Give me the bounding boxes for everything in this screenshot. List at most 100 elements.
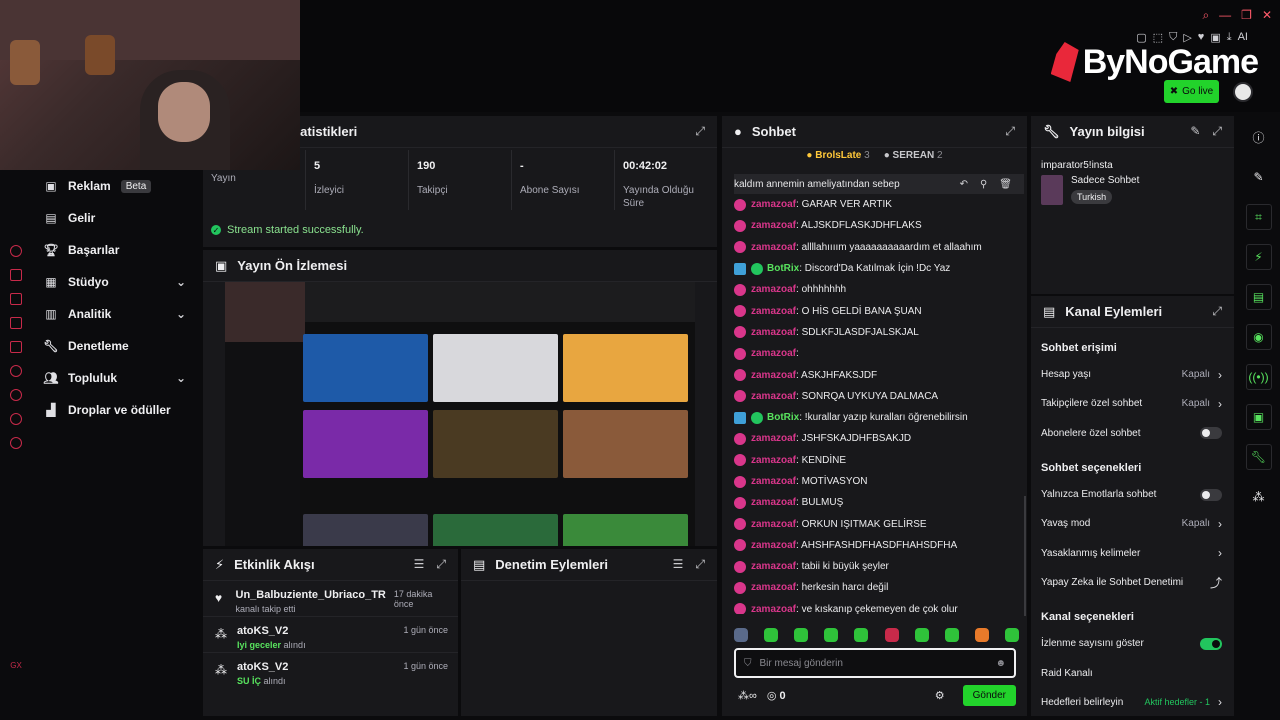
chat-message[interactable]: zamazoaf: MOTİVASYON (734, 471, 1024, 492)
expand-icon[interactable]: ⤢ (1005, 124, 1015, 139)
chat-username[interactable]: zamazoaf (751, 242, 796, 253)
minimize-icon[interactable]: — (1219, 8, 1231, 23)
chat-scrollbar[interactable] (1024, 496, 1026, 616)
sidebar-item-analitik[interactable]: ▥ Analitik ⌄ (32, 298, 202, 330)
emote[interactable] (1004, 628, 1019, 642)
channel-option[interactable]: İzlenme sayısını göster (1031, 629, 1234, 658)
info-icon[interactable]: ⓘ (1246, 124, 1272, 150)
chat-message[interactable]: zamazoaf: allllahıııım yaaaaaaaaaardım e… (734, 237, 1024, 258)
shield-icon[interactable]: ⛉ (744, 658, 752, 669)
chat-message[interactable]: zamazoaf: BULMUŞ (734, 492, 1024, 513)
toolbox-icon[interactable]: ▣ (1245, 404, 1272, 430)
expand-icon[interactable]: ⤢ (695, 557, 705, 572)
chat-message[interactable]: zamazoaf: ve kıskanıp çekemeyen de çok o… (734, 599, 1024, 614)
chat-username[interactable]: zamazoaf (751, 455, 796, 466)
channel-option[interactable]: Raid Kanalı (1031, 658, 1234, 687)
toggle-switch[interactable] (1200, 488, 1222, 501)
channel-option[interactable]: Hedefleri belirleyin Aktif hedefler - 1 › (1031, 688, 1234, 717)
sidebar-item-basarilar[interactable]: 🏆︎ Başarılar (32, 234, 202, 266)
chat-message[interactable]: BotRix: !kurallar yazıp kuralları öğrene… (734, 407, 1024, 428)
bynogame-logo[interactable]: ByNoGame (1050, 42, 1259, 82)
hovered-message[interactable]: kaldım annemin ameliyatından sebep ↶ ⚲ 🗑… (734, 174, 1024, 194)
chevron-right-icon[interactable]: › (1218, 546, 1222, 560)
mail-icon[interactable] (10, 317, 22, 329)
expand-icon[interactable]: ⤢ (436, 557, 446, 572)
chat-message[interactable]: zamazoaf: SONRQA UYKUYA DALMACA (734, 386, 1024, 407)
speed-icon[interactable] (10, 245, 22, 257)
document-icon[interactable]: ▤ (1245, 284, 1272, 310)
channel-option[interactable]: Hesap yaşı Kapalı › (1031, 360, 1234, 389)
settings-icon[interactable] (10, 437, 22, 449)
chat-username[interactable]: zamazoaf (751, 220, 796, 231)
chat-username[interactable]: zamazoaf (751, 284, 796, 295)
broadcast-icon[interactable]: ((•)) (1245, 364, 1272, 390)
channel-option[interactable]: Yapay Zeka ile Sohbet Denetimi ⤴ (1031, 568, 1234, 597)
chat-username[interactable]: zamazoaf (751, 370, 796, 381)
search-icon[interactable]: ⌕ (1202, 8, 1209, 23)
sidebar-item-gelir[interactable]: ▤ Gelir (32, 202, 202, 234)
gear-icon[interactable]: ⚙ (935, 689, 945, 702)
chat-bubble-icon[interactable]: ◉ (1245, 324, 1272, 350)
controller-icon[interactable] (10, 269, 22, 281)
channel-points[interactable]: ◎ 0 (767, 689, 786, 702)
sidebar-item-studyo[interactable]: ▦ Stüdyo ⌄ (32, 266, 202, 298)
sidebar-item-topluluk[interactable]: 👥︎ Topluluk ⌄ (32, 362, 202, 394)
gifter-silver[interactable]: ● SEREAN 2 (884, 150, 943, 166)
chat-message[interactable]: zamazoaf: AHSHFASHDFHASDFHAHSDFHA (734, 535, 1024, 556)
delete-icon[interactable]: 🗑︎ (999, 179, 1012, 190)
chat-message[interactable]: BotRix: Discord'Da Katılmak İçin !Dc Yaz (734, 258, 1024, 279)
external-link-icon[interactable]: ⤴ (1210, 574, 1222, 591)
chat-message[interactable]: zamazoaf: JSHFSKAJDHFBSAKJD (734, 428, 1024, 449)
chevron-right-icon[interactable]: › (1218, 695, 1222, 709)
channel-option[interactable]: Abonelere özel sohbet (1031, 419, 1234, 448)
pin-icon[interactable]: ⚲ (980, 179, 987, 190)
expand-icon[interactable]: ⤢ (1212, 304, 1222, 319)
sidebar-item-droplar[interactable]: ▟ Droplar ve ödüller (32, 394, 202, 426)
chat-message[interactable]: zamazoaf: ALJSKDFLASKJDHFLAKS (734, 215, 1024, 236)
chat-message[interactable]: zamazoaf: KENDİNE (734, 450, 1024, 471)
chat-username[interactable]: zamazoaf (751, 561, 796, 572)
channel-option[interactable]: Takipçilere özel sohbet Kapalı › (1031, 389, 1234, 418)
chat-username[interactable]: zamazoaf (751, 327, 796, 338)
chevron-right-icon[interactable]: › (1218, 517, 1222, 531)
emote[interactable] (944, 628, 959, 642)
chat-messages[interactable]: kaldım annemin ameliyatından sebep ↶ ⚲ 🗑… (734, 174, 1024, 614)
toggle-switch[interactable] (1200, 637, 1222, 650)
expand-icon[interactable]: ⤢ (1212, 124, 1222, 139)
emote[interactable] (824, 628, 839, 642)
chat-message[interactable]: zamazoaf: SDLKFJLASDFJALSKJAL (734, 322, 1024, 343)
chat-username[interactable]: zamazoaf (751, 497, 796, 508)
chat-message[interactable]: zamazoaf: ORKUN IŞITMAK GELİRSE (734, 513, 1024, 534)
emote[interactable] (884, 628, 899, 642)
chat-icon[interactable] (10, 293, 22, 305)
points-icon[interactable]: ⁂ (1246, 484, 1272, 510)
chat-message[interactable]: zamazoaf: GARAR VER ARTIK (734, 194, 1024, 215)
chat-username[interactable]: zamazoaf (751, 604, 796, 614)
sidebar-item-reklam[interactable]: ▣ Reklam Beta (32, 170, 202, 202)
user-avatar[interactable] (1233, 82, 1253, 102)
wrench-icon[interactable]: 🔧︎ (1245, 444, 1272, 470)
edit-icon[interactable]: ✎ (1190, 124, 1200, 139)
chevron-right-icon[interactable]: › (1218, 397, 1222, 411)
chat-message[interactable]: zamazoaf: ohhhhhhh (734, 279, 1024, 300)
chat-username[interactable]: zamazoaf (751, 582, 796, 593)
chat-username[interactable]: zamazoaf (751, 476, 796, 487)
activity-user[interactable]: atoKS_V2 (237, 625, 395, 637)
chat-message[interactable]: zamazoaf: ASKJHFAKSJDF (734, 364, 1024, 385)
chat-message[interactable]: zamazoaf: O HİS GELDİ BANA ŞUAN (734, 300, 1024, 321)
record-icon[interactable] (10, 365, 22, 377)
chevron-right-icon[interactable]: › (1218, 368, 1222, 382)
chat-username[interactable]: zamazoaf (751, 348, 796, 359)
chat-username[interactable]: BotRix (767, 412, 799, 423)
chat-message[interactable]: zamazoaf: herkesin harcı değil (734, 577, 1024, 598)
chat-username[interactable]: BotRix (767, 263, 799, 274)
filter-icon[interactable]: ☰ (673, 557, 684, 572)
chat-input[interactable]: ⛉ Bir mesaj gönderin ☻ (734, 648, 1016, 678)
gifter-gold[interactable]: ● BrolsLate 3 (806, 150, 869, 166)
emote[interactable] (764, 628, 779, 642)
send-button[interactable]: Gönder (962, 684, 1016, 706)
emote[interactable] (974, 628, 989, 642)
chat-message[interactable]: zamazoaf: tabii ki büyük şeyler (734, 556, 1024, 577)
filter-icon[interactable]: ☰ (414, 557, 425, 572)
maximize-icon[interactable]: ❐ (1241, 8, 1252, 23)
